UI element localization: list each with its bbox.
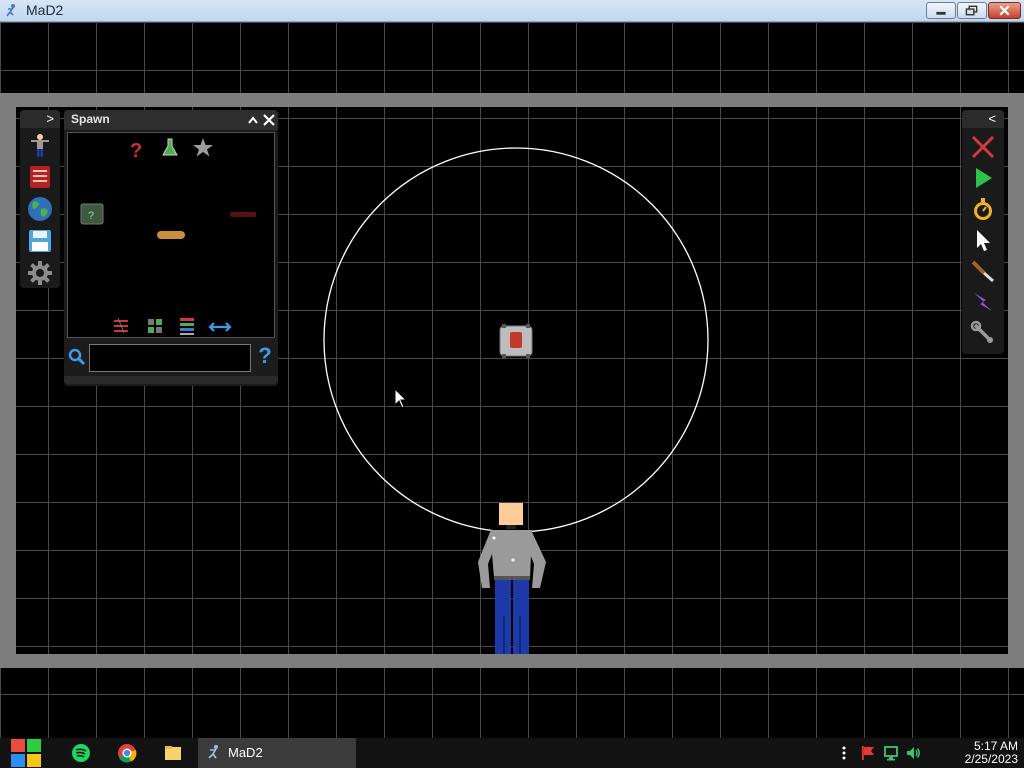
- explosive-device[interactable]: [499, 324, 533, 358]
- globe-icon[interactable]: [27, 196, 53, 222]
- windows-start-icon[interactable]: [8, 739, 46, 767]
- dynamite-icon[interactable]: [230, 212, 256, 217]
- sliders-icon[interactable]: [114, 317, 128, 334]
- cursor-icon[interactable]: [970, 227, 996, 253]
- star-icon[interactable]: [193, 138, 213, 157]
- ragdoll-belt: [494, 576, 530, 580]
- book-icon[interactable]: [27, 164, 53, 190]
- spawn-panel-header[interactable]: Spawn: [64, 110, 278, 130]
- flag-icon[interactable]: [860, 745, 876, 761]
- wrench-icon[interactable]: [970, 320, 996, 346]
- right-toolbar-collapse-button[interactable]: <: [962, 110, 1004, 128]
- right-toolbar: <: [962, 110, 1004, 354]
- close-button[interactable]: [988, 2, 1021, 19]
- taskbar-app-mad2[interactable]: MaD2: [198, 738, 356, 768]
- spawn-search-input[interactable]: [89, 344, 251, 372]
- system-clock[interactable]: 5:17 AM 2/25/2023: [918, 740, 1018, 766]
- play-icon[interactable]: [970, 165, 996, 191]
- spotify-icon[interactable]: [70, 742, 92, 764]
- lightning-icon[interactable]: [970, 289, 996, 315]
- mad2-app-icon: [208, 745, 218, 759]
- spawn-item-icons: ? ?: [80, 138, 256, 335]
- gear-icon[interactable]: [27, 260, 53, 286]
- network-icon[interactable]: [883, 745, 899, 761]
- window-title: MaD2: [26, 2, 64, 18]
- clock-date: 2/25/2023: [964, 752, 1018, 766]
- flask-icon[interactable]: [162, 138, 178, 156]
- svg-text:?: ?: [130, 140, 142, 162]
- chip-icon[interactable]: ?: [80, 203, 104, 225]
- chrome-icon[interactable]: [116, 742, 138, 764]
- restore-button[interactable]: [957, 2, 987, 19]
- search-icon: [68, 348, 86, 366]
- taskbar: MaD2 5:17 AM 2/25/2023: [0, 738, 1024, 768]
- minimize-button[interactable]: [926, 2, 956, 19]
- more-options-icon[interactable]: [836, 745, 852, 761]
- taskbar-app-label: MaD2: [228, 745, 263, 760]
- save-icon[interactable]: [27, 228, 53, 254]
- window-title-bar[interactable]: MaD2: [0, 0, 1024, 22]
- left-toolbar-expand-button[interactable]: >: [20, 110, 60, 128]
- minimize-icon: [936, 11, 946, 15]
- svg-text:?: ?: [88, 210, 94, 222]
- stopwatch-icon[interactable]: [970, 196, 996, 222]
- mouse-cursor-icon: [394, 388, 408, 409]
- arrows-icon[interactable]: [208, 322, 232, 332]
- left-toolbar: >: [20, 110, 60, 288]
- restore-icon: [965, 5, 978, 16]
- app-icon: [6, 4, 15, 17]
- stack-icon[interactable]: [180, 318, 194, 335]
- spawn-panel-title: Spawn: [71, 112, 110, 126]
- file-explorer-icon[interactable]: [162, 742, 184, 764]
- ragdoll-neck: [506, 525, 516, 529]
- ragdoll-head: [499, 503, 523, 525]
- knife-icon[interactable]: [970, 258, 996, 284]
- game-canvas[interactable]: > Spawn ? ? ? <: [0, 22, 1024, 738]
- person-icon[interactable]: [27, 132, 53, 158]
- ragdoll-torso: [490, 530, 532, 578]
- close-icon: [999, 5, 1010, 16]
- close-panel-icon[interactable]: [262, 110, 276, 130]
- blocks-icon[interactable]: [148, 319, 162, 333]
- spawn-item-grid: ? ?: [67, 132, 275, 338]
- question-mark-icon[interactable]: ?: [130, 140, 142, 162]
- spawn-panel-footer: [64, 376, 278, 384]
- help-icon[interactable]: ?: [257, 344, 273, 368]
- spawn-panel: Spawn ? ? ?: [64, 110, 278, 386]
- bread-icon[interactable]: [157, 231, 185, 239]
- collapse-panel-icon[interactable]: [246, 110, 260, 130]
- ragdoll-person[interactable]: [478, 503, 546, 654]
- delete-x-icon[interactable]: [970, 134, 996, 160]
